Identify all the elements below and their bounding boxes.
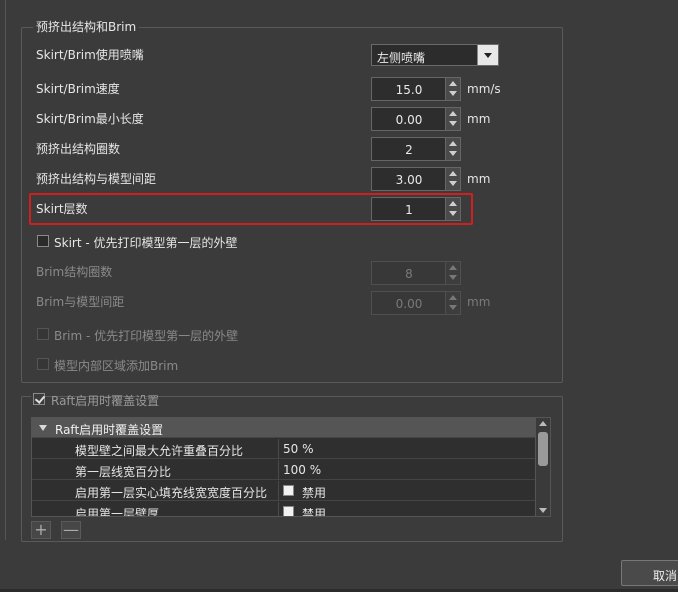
spin-arrows[interactable]	[445, 138, 460, 160]
spinbox-value: 8	[405, 267, 413, 281]
spinbox-value: 15.0	[395, 83, 423, 97]
spin-arrows[interactable]	[445, 262, 460, 284]
arrow-down-icon	[449, 181, 457, 186]
brim-loops-label: Brim结构圈数	[36, 265, 113, 279]
arrow-up-icon	[449, 171, 457, 176]
tree-header-row[interactable]: Raft启用时覆盖设置	[32, 418, 536, 438]
spin-arrows[interactable]	[445, 78, 460, 100]
raft-override-title: Raft启用时覆盖设置	[51, 394, 160, 408]
arrow-up-icon	[449, 81, 457, 86]
add-button[interactable]: +	[31, 521, 51, 539]
setting-value[interactable]: 50 %	[283, 442, 314, 456]
scroll-up-icon[interactable]	[539, 421, 547, 426]
spinbox-value: 3.00	[395, 173, 423, 187]
skirt-first-wall-checkbox[interactable]	[37, 235, 49, 247]
brim-inner-label: 模型内部区域添加Brim	[54, 359, 179, 373]
select-value: 左侧喷嘴	[377, 51, 426, 65]
left-panel-edge	[0, 0, 6, 540]
spin-arrows[interactable]	[445, 168, 460, 190]
column-divider	[278, 481, 279, 501]
setting-name: 启用第一层壁厚	[75, 507, 160, 517]
brim-distance-label: Brim与模型间距	[36, 295, 125, 309]
arrow-up-icon	[449, 141, 457, 146]
skirt-first-wall-label: Skirt - 优先打印模型第一层的外壁	[54, 236, 238, 250]
setting-checkbox[interactable]	[283, 506, 294, 516]
vertical-scrollbar[interactable]	[535, 418, 550, 516]
unit-label: mm/s	[467, 82, 501, 96]
setting-value: 禁用	[302, 486, 327, 500]
arrow-up-icon	[449, 111, 457, 116]
brim-inner-checkbox[interactable]	[37, 358, 49, 370]
arrow-down-icon	[449, 151, 457, 156]
spinbox-value: 0.00	[395, 297, 423, 311]
setting-name: 模型壁之间最大允许重叠百分比	[75, 444, 244, 458]
spinbox-value: 0.00	[395, 113, 423, 127]
remove-button[interactable]: —	[61, 521, 81, 539]
dropdown-button[interactable]	[477, 45, 498, 65]
spinbox-value: 2	[405, 143, 413, 157]
skirt-nozzle-label: Skirt/Brim使用喷嘴	[36, 48, 144, 62]
setting-name: 第一层线宽百分比	[75, 465, 172, 479]
arrow-down-icon	[449, 121, 457, 126]
skirt-min-length-label: Skirt/Brim最小长度	[36, 112, 144, 126]
brim-first-wall-label: Brim - 优先打印模型第一层的外壁	[54, 329, 239, 343]
settings-tree: Raft启用时覆盖设置 模型壁之间最大允许重叠百分比 50 % 第一层线宽百分比…	[31, 417, 551, 517]
arrow-up-icon	[449, 295, 457, 300]
arrow-down-icon	[449, 275, 457, 280]
skirt-distance-label: 预挤出结构与模型间距	[36, 172, 157, 186]
table-row[interactable]: 启用第一层壁厚 禁用	[32, 502, 536, 517]
raft-override-header[interactable]: Raft启用时覆盖设置	[31, 391, 159, 408]
skirt-speed-label: Skirt/Brim速度	[36, 82, 120, 96]
brim-loops-spinbox[interactable]: 8	[371, 261, 461, 285]
skirt-distance-spinbox[interactable]: 3.00	[371, 167, 461, 191]
spin-arrows[interactable]	[445, 292, 460, 314]
setting-name: 启用第一层实心填充线宽宽度百分比	[75, 486, 268, 500]
setting-value: 禁用	[302, 507, 327, 517]
cancel-button[interactable]: 取消	[621, 560, 678, 586]
brim-first-wall-checkbox[interactable]	[37, 328, 49, 340]
table-row[interactable]: 第一层线宽百分比 100 %	[32, 460, 536, 480]
highlight-box	[29, 193, 473, 225]
unit-label: mm	[467, 295, 491, 309]
skirt-min-length-spinbox[interactable]: 0.00	[371, 107, 461, 131]
column-divider	[278, 439, 279, 459]
scroll-thumb[interactable]	[538, 432, 548, 466]
setting-value[interactable]: 100 %	[283, 463, 321, 477]
setting-checkbox[interactable]	[283, 485, 294, 496]
unit-label: mm	[467, 172, 491, 186]
column-divider	[278, 460, 279, 480]
skirt-speed-spinbox[interactable]: 15.0	[371, 77, 461, 101]
table-row[interactable]: 启用第一层实心填充线宽宽度百分比 禁用	[32, 481, 536, 501]
spin-arrows[interactable]	[445, 108, 460, 130]
tree-header-label: Raft启用时覆盖设置	[55, 423, 164, 437]
arrow-up-icon	[449, 265, 457, 270]
raft-override-checkbox[interactable]	[33, 393, 45, 405]
unit-label: mm	[467, 112, 491, 126]
arrow-down-icon	[449, 91, 457, 96]
chevron-down-icon	[39, 425, 47, 431]
arrow-down-icon	[449, 305, 457, 310]
table-row[interactable]: 模型壁之间最大允许重叠百分比 50 %	[32, 439, 536, 459]
brim-distance-spinbox[interactable]: 0.00	[371, 291, 461, 315]
chevron-down-icon	[484, 53, 492, 58]
column-divider	[278, 502, 279, 516]
skirt-loops-label: 预挤出结构圈数	[36, 142, 121, 156]
group-title: 预挤出结构和Brim	[33, 20, 140, 34]
skirt-nozzle-select[interactable]: 左侧喷嘴	[371, 44, 499, 66]
skirt-loops-spinbox[interactable]: 2	[371, 137, 461, 161]
scroll-down-icon[interactable]	[539, 508, 547, 513]
